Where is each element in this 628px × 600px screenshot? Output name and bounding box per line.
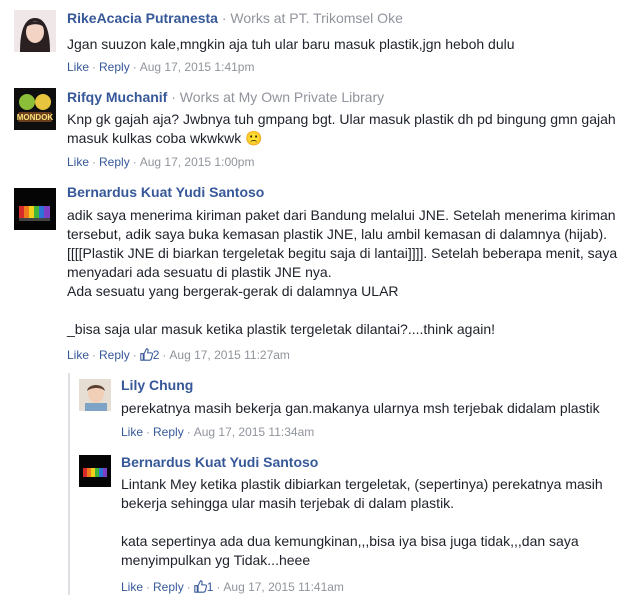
comment-text: adik saya menerima kiriman paket dari Ba…: [67, 207, 618, 337]
comment-text: Jgan suuzon kale,mngkin aja tuh ular bar…: [67, 36, 515, 52]
author-name[interactable]: Lily Chung: [121, 377, 193, 393]
reply-button[interactable]: Reply: [99, 348, 130, 362]
author-name[interactable]: Bernardus Kuat Yudi Santoso: [121, 454, 318, 470]
like-count[interactable]: 2: [139, 348, 159, 362]
author-name[interactable]: Bernardus Kuat Yudi Santoso: [67, 184, 264, 200]
comment: RikeAcacia Putranesta · Works at PT. Tri…: [0, 0, 628, 80]
comment-author[interactable]: Bernardus Kuat Yudi Santoso: [121, 454, 318, 470]
like-button[interactable]: Like: [67, 348, 89, 362]
user-photo-icon: [79, 455, 111, 487]
reply-comment: Lily Chung perekatnya masih bekerja gan.…: [0, 370, 628, 446]
avatar[interactable]: [14, 10, 56, 52]
comment-author[interactable]: Bernardus Kuat Yudi Santoso: [67, 184, 264, 200]
comment: Bernardus Kuat Yudi Santoso adik saya me…: [0, 178, 628, 368]
timestamp[interactable]: Aug 17, 2015 11:34am: [194, 425, 315, 439]
thumbs-up-icon: [139, 348, 153, 361]
comment-actions: Like · Reply · 1 · Aug 17, 2015 11:41am: [121, 580, 344, 594]
comment-text: Lintank Mey ketika plastik dibiarkan ter…: [121, 476, 603, 568]
comment-text: perekatnya masih bekerja gan.makanya ula…: [121, 400, 600, 416]
avatar[interactable]: MONDOK: [14, 88, 56, 130]
avatar[interactable]: [79, 379, 111, 411]
comment-text: Knp gk gajah aja? Jwbnya tuh gmpang bgt.…: [67, 111, 616, 146]
reply-button[interactable]: Reply: [153, 580, 184, 594]
reply-button[interactable]: Reply: [99, 60, 130, 74]
user-photo-icon: [79, 379, 111, 411]
comment-actions: Like · Reply · Aug 17, 2015 1:00pm: [67, 155, 255, 169]
like-button[interactable]: Like: [121, 425, 143, 439]
comment-author[interactable]: RikeAcacia Putranesta · Works at PT. Tri…: [67, 10, 403, 26]
comment-actions: Like · Reply · Aug 17, 2015 1:41pm: [67, 60, 255, 74]
thumbs-up-icon: [193, 580, 207, 593]
like-button[interactable]: Like: [121, 580, 143, 594]
reply-button[interactable]: Reply: [153, 425, 184, 439]
reply-comment: Bernardus Kuat Yudi Santoso Lintank Mey …: [0, 446, 628, 600]
author-name[interactable]: RikeAcacia Putranesta: [67, 10, 218, 26]
author-workplace: · Works at PT. Trikomsel Oke: [217, 10, 403, 26]
reply-button[interactable]: Reply: [99, 155, 130, 169]
comment-actions: Like · Reply · Aug 17, 2015 11:34am: [121, 425, 315, 439]
user-photo-icon: [14, 188, 56, 230]
comment-author[interactable]: Rifqy Muchanif · Works at My Own Private…: [67, 89, 384, 105]
like-button[interactable]: Like: [67, 60, 89, 74]
comment: MONDOK Rifqy Muchanif · Works at My Own …: [0, 80, 628, 180]
author-workplace: · Works at My Own Private Library: [167, 89, 385, 105]
like-count[interactable]: 1: [193, 580, 213, 594]
user-photo-icon: [14, 10, 56, 52]
like-button[interactable]: Like: [67, 155, 89, 169]
comment-actions: Like · Reply · 2 · Aug 17, 2015 11:27am: [67, 348, 290, 362]
comment-author[interactable]: Lily Chung: [121, 377, 193, 393]
timestamp[interactable]: Aug 17, 2015 1:41pm: [140, 60, 255, 74]
avatar-logo-text: MONDOK: [16, 113, 54, 122]
timestamp[interactable]: Aug 17, 2015 11:27am: [169, 348, 290, 362]
avatar[interactable]: [79, 455, 111, 487]
timestamp[interactable]: Aug 17, 2015 11:41am: [223, 580, 344, 594]
timestamp[interactable]: Aug 17, 2015 1:00pm: [140, 155, 255, 169]
author-name[interactable]: Rifqy Muchanif: [67, 89, 167, 105]
avatar[interactable]: [14, 188, 56, 230]
user-photo-icon: [14, 88, 56, 130]
